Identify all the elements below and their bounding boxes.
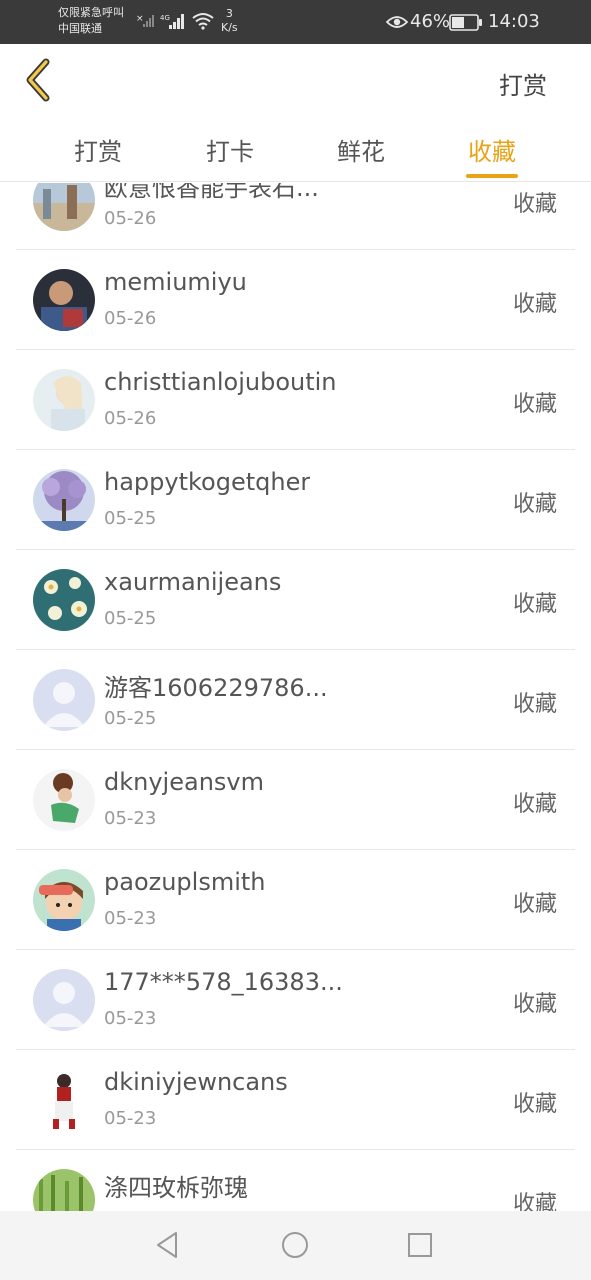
avatar (33, 969, 95, 1031)
network-label: 4G (160, 14, 170, 22)
tab-favorites[interactable]: 收藏 (452, 132, 532, 167)
reward-button[interactable]: 打赏 (499, 66, 547, 101)
user-name: memiumiyu (104, 268, 247, 296)
user-name: happytkogetqher (104, 468, 311, 496)
eye-comfort-icon (386, 16, 408, 28)
list-item[interactable]: 欧意恨香能手表石... 05-26 收藏 (16, 183, 575, 250)
wifi-icon (192, 13, 214, 30)
clock: 14:03 (488, 11, 540, 32)
item-date: 05-26 (104, 208, 157, 229)
item-action: 收藏 (512, 992, 557, 1017)
item-action: 收藏 (512, 492, 557, 517)
avatar (33, 1069, 95, 1131)
avatar (33, 1169, 95, 1211)
tab-reward[interactable]: 打赏 (58, 132, 138, 167)
item-date: 05-26 (104, 408, 157, 429)
speed-value: 3 (225, 7, 233, 20)
list-item[interactable]: 游客1606229786... 05-25 收藏 (16, 650, 575, 750)
tab-bar: 打赏 打卡 鲜花 收藏 (0, 128, 591, 182)
user-name: 177***578_16383... (104, 968, 343, 996)
carrier-line2: 中国联通 (58, 22, 102, 35)
svg-text:×: × (136, 14, 144, 24)
item-action: 收藏 (512, 392, 557, 417)
battery-percent: 46% (410, 11, 451, 32)
nav-back-icon[interactable] (152, 1229, 184, 1261)
user-name: 游客1606229786... (104, 674, 328, 702)
nav-home-icon[interactable] (279, 1229, 311, 1261)
item-action: 收藏 (512, 592, 557, 617)
item-action: 收藏 (512, 892, 557, 917)
battery-icon (449, 14, 482, 31)
speed-unit: K/s (221, 21, 238, 34)
user-name: christtianlojuboutin (104, 368, 337, 396)
signal-x-icon: × (136, 14, 154, 27)
list-item[interactable]: memiumiyu 05-26 收藏 (16, 250, 575, 350)
user-name: xaurmanijeans (104, 568, 282, 596)
avatar (33, 669, 95, 731)
user-name: dkiniyjewncans (104, 1068, 288, 1096)
item-date: 05-23 (104, 908, 157, 929)
item-date: 05-26 (104, 308, 157, 329)
signal-icon: 4G (160, 14, 184, 29)
item-date: 05-23 (104, 1008, 157, 1029)
item-date: 05-25 (104, 708, 157, 729)
list-item[interactable]: paozuplsmith 05-23 收藏 (16, 850, 575, 950)
carrier-info: 仅限紧急呼叫 中国联通 (58, 5, 124, 37)
network-speed: 3 K/s (221, 7, 238, 35)
list-item[interactable]: christtianlojuboutin 05-26 收藏 (16, 350, 575, 450)
back-icon[interactable] (20, 58, 60, 102)
nav-recents-icon[interactable] (404, 1229, 436, 1261)
item-date: 05-23 (104, 808, 157, 829)
avatar (33, 769, 95, 831)
list-item[interactable]: dkiniyjewncans 05-23 收藏 (16, 1050, 575, 1150)
item-date: 05-25 (104, 608, 157, 629)
list-item[interactable]: dknyjeansvm 05-23 收藏 (16, 750, 575, 850)
avatar (33, 369, 95, 431)
favorites-list: 欧意恨香能手表石... 05-26 收藏 memiumiyu 05-26 收藏 … (0, 183, 591, 1211)
status-bar: 仅限紧急呼叫 中国联通 × 4G 3 K/s 46% 14:03 (0, 0, 591, 44)
tab-checkin[interactable]: 打卡 (190, 132, 270, 167)
avatar (33, 183, 95, 231)
user-name: paozuplsmith (104, 868, 266, 896)
active-tab-indicator (466, 174, 518, 178)
system-nav-bar (0, 1211, 591, 1280)
item-date: 05-25 (104, 508, 157, 529)
list-item[interactable]: 涤四玫柝弥瑰 收藏 (16, 1150, 575, 1211)
list-item[interactable]: 177***578_16383... 05-23 收藏 (16, 950, 575, 1050)
avatar (33, 869, 95, 931)
tab-flowers[interactable]: 鲜花 (321, 132, 401, 167)
item-action: 收藏 (512, 692, 557, 717)
user-name: dknyjeansvm (104, 768, 264, 796)
item-date: 05-23 (104, 1108, 157, 1129)
user-name: 涤四玫柝弥瑰 (104, 1174, 248, 1202)
user-name: 欧意恨香能手表石... (104, 183, 319, 202)
item-action: 收藏 (512, 1092, 557, 1117)
avatar (33, 569, 95, 631)
avatar (33, 469, 95, 531)
carrier-line1: 仅限紧急呼叫 (58, 6, 124, 19)
list-item[interactable]: xaurmanijeans 05-25 收藏 (16, 550, 575, 650)
item-action: 收藏 (512, 292, 557, 317)
list-item[interactable]: happytkogetqher 05-25 收藏 (16, 450, 575, 550)
item-action: 收藏 (512, 192, 557, 217)
header: 打赏 打赏 打卡 鲜花 收藏 (0, 44, 591, 182)
item-action: 收藏 (512, 792, 557, 817)
item-action: 收藏 (512, 1192, 557, 1211)
avatar (33, 269, 95, 331)
